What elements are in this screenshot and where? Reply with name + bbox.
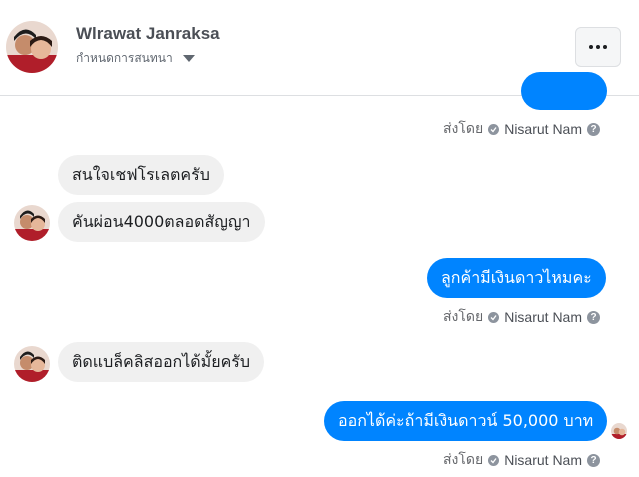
help-icon[interactable]: ? — [587, 453, 600, 467]
message-bubble-outgoing[interactable]: ออกได้ค่ะถ้ามีเงินดาวน์ 50,000 บาท — [324, 401, 608, 441]
more-options-button[interactable] — [575, 27, 621, 67]
seen-by-avatar — [611, 423, 627, 439]
verified-check-icon — [488, 311, 500, 323]
caret-down-icon — [182, 55, 195, 62]
more-dots-icon — [589, 45, 593, 49]
message-bubble-outgoing[interactable]: ลูกค้ามีเงินดาวไหมคะ — [427, 258, 606, 298]
sent-by-label: ส่งโดย Nisarut Nam ? — [443, 306, 600, 328]
conversation-settings-label: กำหนดการสนทนา — [76, 51, 173, 65]
contact-name[interactable]: Wlrawat Janraksa — [76, 24, 220, 44]
sent-by-prefix: ส่งโดย — [443, 120, 484, 136]
sent-by-prefix: ส่งโดย — [443, 308, 484, 324]
contact-avatar-small[interactable] — [14, 205, 50, 241]
verified-check-icon — [488, 123, 500, 135]
sent-by-prefix: ส่งโดย — [443, 451, 484, 467]
contact-avatar[interactable] — [6, 21, 58, 73]
message-bubble-incoming[interactable]: ติดแบล็คลิสออกได้มั้ยครับ — [58, 342, 265, 382]
conversation-settings-dropdown[interactable]: กำหนดการสนทนา — [76, 49, 195, 68]
help-icon[interactable]: ? — [587, 122, 600, 136]
message-bubble-incoming[interactable]: คันผ่อน4000ตลอดสัญญา — [58, 202, 265, 242]
sent-by-name[interactable]: Nisarut Nam — [504, 452, 582, 468]
message-bubble-incoming[interactable]: สนใจเชฟโรเลตครับ — [58, 155, 224, 195]
contact-avatar-small[interactable] — [14, 346, 50, 382]
sent-by-label: ส่งโดย Nisarut Nam ? — [443, 449, 600, 471]
sent-by-name[interactable]: Nisarut Nam — [504, 309, 582, 325]
message-bubble-clipped — [521, 72, 607, 110]
verified-check-icon — [488, 454, 500, 466]
sent-by-name[interactable]: Nisarut Nam — [504, 121, 582, 137]
more-dots-icon — [603, 45, 607, 49]
sent-by-label: ส่งโดย Nisarut Nam ? — [443, 118, 600, 140]
more-dots-icon — [596, 45, 600, 49]
help-icon[interactable]: ? — [587, 310, 600, 324]
